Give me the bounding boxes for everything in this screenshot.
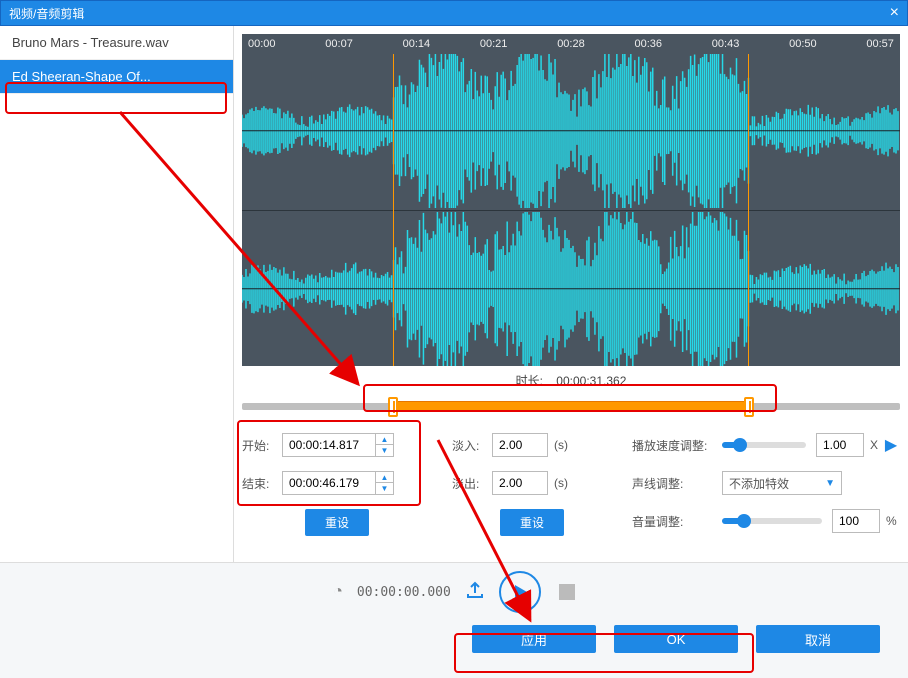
- waveform-display[interactable]: [242, 54, 900, 366]
- arrow-up-icon[interactable]: ▲: [376, 434, 393, 445]
- tick: 00:50: [789, 38, 817, 50]
- tick: 00:21: [480, 38, 508, 50]
- fadein-input[interactable]: [492, 433, 548, 457]
- speed-label: 播放速度调整:: [632, 437, 722, 454]
- arrow-up-icon[interactable]: ▲: [376, 472, 393, 483]
- file-list: Bruno Mars - Treasure.wav Ed Sheeran-Sha…: [0, 26, 234, 562]
- duration-label: 时长:: [516, 374, 543, 388]
- volume-input[interactable]: [832, 509, 880, 533]
- apply-button[interactable]: 应用: [472, 625, 596, 653]
- voice-label: 声线调整:: [632, 475, 722, 492]
- range-handle-end[interactable]: [744, 397, 754, 417]
- tick: 00:28: [557, 38, 585, 50]
- tick: 00:07: [325, 38, 353, 50]
- unit-x: X: [870, 438, 878, 452]
- reset-fade-button[interactable]: 重设: [500, 509, 564, 536]
- close-icon[interactable]: ×: [890, 4, 899, 22]
- start-time-input[interactable]: ▲▼: [282, 433, 394, 457]
- fadeout-input[interactable]: [492, 471, 548, 495]
- end-time-input[interactable]: ▲▼: [282, 471, 394, 495]
- volume-label: 音量调整:: [632, 513, 722, 530]
- volume-slider[interactable]: [722, 518, 822, 524]
- reset-trim-button[interactable]: 重设: [305, 509, 369, 536]
- file-item[interactable]: Bruno Mars - Treasure.wav: [0, 26, 233, 60]
- spinner-arrows[interactable]: ▲▼: [375, 434, 393, 456]
- tick: 00:57: [866, 38, 894, 50]
- tick: 00:00: [248, 38, 276, 50]
- player-controls: ◔ 00:00:00.000: [0, 563, 908, 621]
- speed-slider[interactable]: [722, 442, 806, 448]
- clock-icon: ◔: [333, 583, 343, 601]
- tick: 00:43: [712, 38, 740, 50]
- editor-panel: 00:00 00:07 00:14 00:21 00:28 00:36 00:4…: [234, 26, 908, 562]
- end-time-field[interactable]: [283, 472, 375, 494]
- ok-button[interactable]: OK: [614, 625, 738, 653]
- tick: 00:14: [403, 38, 431, 50]
- cancel-button[interactable]: 取消: [756, 625, 880, 653]
- waveform-selection: [393, 54, 748, 366]
- play-preview-icon[interactable]: ▶: [882, 436, 900, 454]
- spinner-arrows[interactable]: ▲▼: [375, 472, 393, 494]
- export-icon[interactable]: [465, 580, 485, 605]
- range-handle-start[interactable]: [388, 397, 398, 417]
- unit-seconds: (s): [554, 438, 568, 452]
- chevron-down-icon: ▼: [825, 478, 835, 489]
- file-item-selected[interactable]: Ed Sheeran-Shape Of...: [0, 60, 233, 94]
- range-slider[interactable]: [242, 393, 900, 419]
- dialog-buttons: 应用 OK 取消: [0, 621, 908, 653]
- voice-select[interactable]: 不添加特效 ▼: [722, 471, 842, 495]
- speed-input[interactable]: [816, 433, 864, 457]
- stop-button[interactable]: [559, 584, 575, 600]
- titlebar: 视频/音频剪辑 ×: [0, 0, 908, 26]
- window-title: 视频/音频剪辑: [9, 5, 84, 22]
- start-label: 开始:: [242, 437, 282, 454]
- main-area: Bruno Mars - Treasure.wav Ed Sheeran-Sha…: [0, 26, 908, 562]
- duration-value: 00:00:31.362: [556, 374, 626, 388]
- fadeout-label: 淡出:: [452, 475, 492, 492]
- unit-percent: %: [886, 514, 897, 528]
- start-time-field[interactable]: [283, 434, 375, 456]
- end-label: 结束:: [242, 475, 282, 492]
- range-selection: [393, 401, 748, 412]
- adjust-column: 播放速度调整: X ▶ 声线调整: 不添加特效 ▼ 音量调整:: [632, 433, 900, 547]
- unit-seconds: (s): [554, 476, 568, 490]
- player-time: 00:00:00.000: [357, 585, 451, 600]
- controls-area: 开始: ▲▼ 结束: ▲▼ 重设 淡入:: [242, 433, 900, 547]
- fade-column: 淡入: (s) 淡出: (s) 重设: [452, 433, 612, 547]
- arrow-down-icon[interactable]: ▼: [376, 445, 393, 456]
- arrow-down-icon[interactable]: ▼: [376, 483, 393, 494]
- duration-readout: 时长: 00:00:31.362: [234, 366, 908, 393]
- fadein-label: 淡入:: [452, 437, 492, 454]
- footer: ◔ 00:00:00.000 应用 OK 取消: [0, 562, 908, 678]
- timeline-ruler: 00:00 00:07 00:14 00:21 00:28 00:36 00:4…: [242, 34, 900, 54]
- tick: 00:36: [634, 38, 662, 50]
- voice-selected: 不添加特效: [729, 475, 789, 492]
- trim-column: 开始: ▲▼ 结束: ▲▼ 重设: [242, 433, 432, 547]
- play-button[interactable]: [499, 571, 541, 613]
